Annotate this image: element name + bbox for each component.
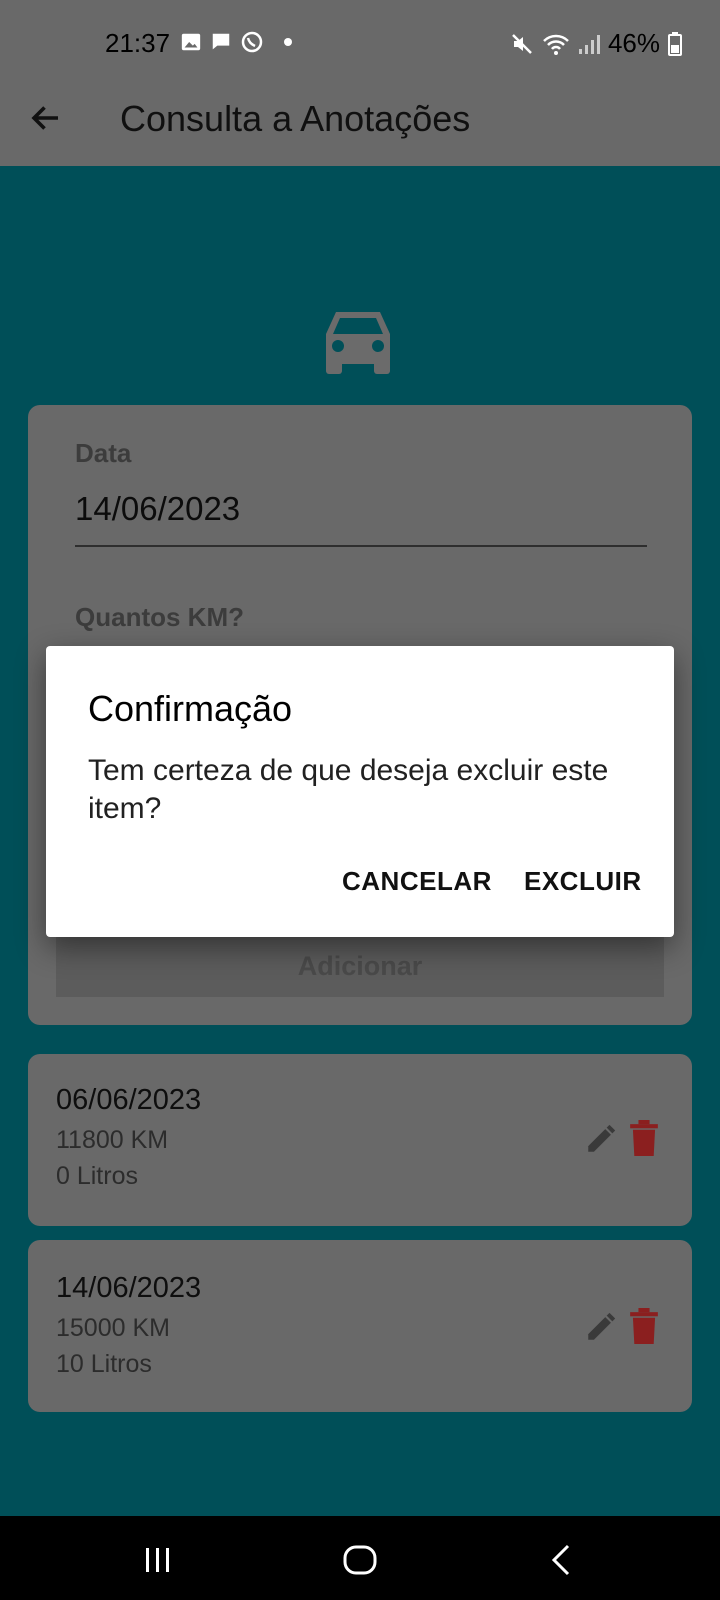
item-date: 06/06/2023 (56, 1084, 202, 1116)
item-liters: 0 Litros (56, 1162, 138, 1190)
battery-icon (668, 31, 682, 56)
data-label: Data (75, 438, 132, 468)
item-km: 11800 KM (56, 1126, 169, 1154)
wifi-icon (543, 34, 569, 55)
km-label: Quantos KM? (75, 602, 244, 632)
edit-icon[interactable] (584, 1122, 618, 1156)
dot-icon (284, 38, 292, 46)
gallery-icon (181, 33, 201, 51)
delete-confirm-button[interactable]: EXCLUIR (524, 866, 642, 897)
delete-icon[interactable] (630, 1120, 658, 1156)
data-field[interactable]: 14/06/2023 (75, 490, 240, 528)
mute-icon (512, 33, 532, 54)
status-time: 21:37 (105, 28, 171, 58)
item-km: 15000 KM (56, 1314, 170, 1342)
recent-apps-icon[interactable] (138, 1540, 178, 1580)
cancel-button[interactable]: CANCELAR (342, 866, 492, 897)
battery-percent: 46% (607, 28, 660, 58)
whatsapp-icon (241, 31, 263, 53)
confirm-dialog: Confirmação Tem certeza de que deseja ex… (46, 646, 674, 937)
car-icon (326, 312, 390, 374)
signal-icon (578, 34, 600, 54)
status-icons-left (180, 30, 292, 54)
data-field-underline (75, 545, 647, 547)
page-title: Consulta a Anotações (120, 98, 471, 139)
item-date: 14/06/2023 (56, 1272, 202, 1304)
dialog-message: Tem certeza de que deseja excluir este i… (88, 754, 609, 825)
list-item: 14/06/2023 15000 KM 10 Litros (28, 1240, 692, 1412)
back-arrow-icon[interactable] (28, 100, 64, 136)
dialog-title: Confirmação (88, 688, 293, 729)
add-button[interactable]: Adicionar (56, 935, 664, 997)
status-icons-right: 46% (510, 28, 720, 59)
back-nav-icon[interactable] (542, 1540, 582, 1580)
edit-icon[interactable] (584, 1310, 618, 1344)
delete-icon[interactable] (630, 1308, 658, 1344)
message-icon (212, 33, 230, 50)
item-liters: 10 Litros (56, 1350, 152, 1378)
list-item: 06/06/2023 11800 KM 0 Litros (28, 1054, 692, 1226)
home-icon[interactable] (340, 1540, 380, 1580)
